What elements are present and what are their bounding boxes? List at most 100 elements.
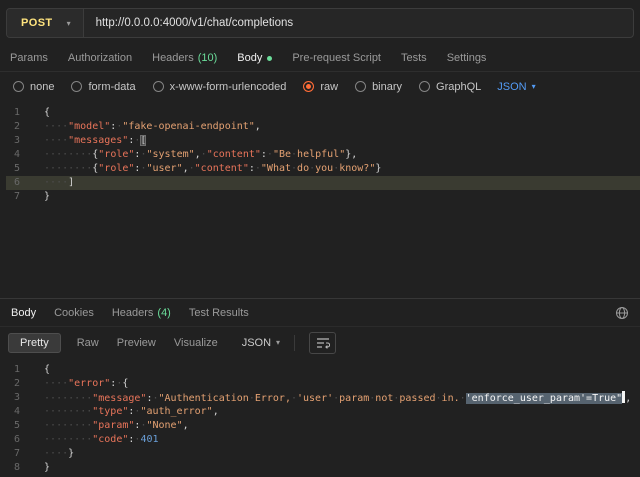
method-label: POST [21, 17, 53, 29]
tab-label: Body [11, 307, 36, 319]
method-dropdown[interactable]: POST ▾ [7, 9, 83, 37]
request-body-editor[interactable]: 1{2····"model":·"fake-openai-endpoint",3… [0, 101, 640, 298]
code-line-8[interactable]: 8} [6, 461, 640, 475]
body-language-label: JSON [497, 81, 526, 93]
code-line-3[interactable]: 3 ····"messages":·[ [6, 134, 640, 148]
response-tab-headers[interactable]: Headers(4) [112, 307, 171, 319]
response-body-editor[interactable]: 1{2 ····"error":·{ 3 ········"message":·"Au… [0, 358, 640, 477]
view-tab-preview[interactable]: Preview [115, 334, 158, 352]
code-line-1[interactable]: 1{ [6, 363, 640, 377]
chevron-down-icon: ▾ [67, 19, 71, 28]
code-line-2[interactable]: 2····"model":·"fake-openai-endpoint", [6, 120, 640, 134]
code-text: } [44, 461, 50, 475]
radio-icon [303, 81, 314, 92]
response-tab-test-results[interactable]: Test Results [189, 307, 249, 319]
code-line-4[interactable]: 4········"type":·"auth_error", [6, 405, 640, 419]
code-text: ····"model":·"fake-openai-endpoint", [44, 120, 261, 134]
radio-label: x-www-form-urlencoded [170, 81, 287, 93]
body-type-radio-group: none form-data x-www-form-urlencoded raw bin… [13, 81, 481, 93]
postman-window: POST ▾ http://0.0.0.0:4000/v1/chat/compl… [0, 0, 640, 477]
code-text: ····} [44, 447, 74, 461]
code-line-2[interactable]: 2 ····"error":·{ [6, 377, 640, 391]
wrap-lines-button[interactable] [309, 332, 336, 354]
response-section: Body Cookies Headers(4) Test Results Pretty… [0, 298, 640, 477]
response-language-label: JSON [242, 337, 271, 349]
tab-count-badge: (10) [198, 52, 218, 64]
request-tab-tests[interactable]: Tests [401, 52, 427, 64]
tab-label: Test Results [189, 307, 249, 319]
request-tab-params[interactable]: Params [10, 52, 48, 64]
radio-icon [419, 81, 430, 92]
body-type-row: none form-data x-www-form-urlencoded raw bin… [0, 72, 640, 101]
tab-label: Params [10, 52, 48, 64]
radio-icon [355, 81, 366, 92]
body-type-none[interactable]: none [13, 81, 54, 93]
radio-icon [71, 81, 82, 92]
line-number: 3 [6, 391, 20, 405]
tab-label: Cookies [54, 307, 94, 319]
body-language-dropdown[interactable]: JSON ▾ [497, 81, 535, 93]
code-text: } [44, 190, 50, 204]
response-language-dropdown[interactable]: JSON ▾ [242, 337, 280, 349]
code-line-3[interactable]: 3 ········"message":·"Authentication·Erro… [6, 391, 640, 405]
view-tab-pretty[interactable]: Pretty [8, 333, 61, 353]
response-view-tabs: Pretty Raw Preview Visualize [8, 333, 220, 353]
code-line-7[interactable]: 7} [6, 190, 640, 204]
code-text: ········{"role":·"user",·"content":·"Wha… [44, 162, 381, 176]
request-tab-body[interactable]: Body [237, 52, 272, 64]
code-text: ········{"role":·"system",·"content":·"B… [44, 148, 357, 162]
line-number: 4 [6, 148, 20, 162]
view-tab-raw[interactable]: Raw [75, 334, 101, 352]
line-number: 6 [6, 176, 20, 190]
body-type-raw[interactable]: raw [303, 81, 338, 93]
tab-label: Tests [401, 52, 427, 64]
code-line-5[interactable]: 5········"param":·"None", [6, 419, 640, 433]
body-type-binary[interactable]: binary [355, 81, 402, 93]
code-line-5[interactable]: 5 ········{"role":·"user",·"content":·"Wh… [6, 162, 640, 176]
request-tab-headers[interactable]: Headers (10) [152, 52, 217, 64]
tab-label: Body [237, 52, 262, 64]
request-tab-settings[interactable]: Settings [447, 52, 487, 64]
code-text: ····] [44, 176, 74, 190]
code-line-1[interactable]: 1{ [6, 106, 640, 120]
body-type-form-data[interactable]: form-data [71, 81, 135, 93]
code-text: ····"error":·{ [44, 377, 128, 391]
response-tab-cookies[interactable]: Cookies [54, 307, 94, 319]
code-text: ········"type":·"auth_error", [44, 405, 219, 419]
body-type-graphql[interactable]: GraphQL [419, 81, 481, 93]
tab-label: Headers [152, 52, 194, 64]
tab-label: Settings [447, 52, 487, 64]
radio-label: GraphQL [436, 81, 481, 93]
response-view-bar: Pretty Raw Preview Visualize JSON ▾ [0, 327, 640, 358]
tab-label: Authorization [68, 52, 132, 64]
network-globe-icon[interactable] [615, 306, 629, 320]
request-tab-pre-request-script[interactable]: Pre-request Script [292, 52, 381, 64]
wrap-lines-icon [316, 337, 330, 349]
radio-icon [153, 81, 164, 92]
code-text: ····"messages":·[ [44, 134, 146, 148]
tab-count-badge: (4) [157, 307, 170, 319]
chevron-down-icon: ▾ [276, 338, 280, 347]
request-bar: POST ▾ http://0.0.0.0:4000/v1/chat/compl… [0, 0, 640, 45]
view-tab-visualize[interactable]: Visualize [172, 334, 220, 352]
response-tab-body[interactable]: Body [11, 307, 36, 319]
code-line-7[interactable]: 7····} [6, 447, 640, 461]
divider [294, 335, 295, 351]
line-number: 3 [6, 134, 20, 148]
line-number: 5 [6, 419, 20, 433]
code-line-6[interactable]: 6 ····] [6, 176, 640, 190]
line-number: 5 [6, 162, 20, 176]
code-text: ········"code":·401 [44, 433, 159, 447]
chevron-down-icon: ▾ [532, 82, 536, 91]
url-builder: POST ▾ http://0.0.0.0:4000/v1/chat/compl… [6, 8, 634, 38]
code-text: ········"message":·"Authentication·Error… [44, 391, 631, 405]
line-number: 2 [6, 377, 20, 391]
code-line-4[interactable]: 4 ········{"role":·"system",·"content":·"… [6, 148, 640, 162]
body-type-x-www-form-urlencoded[interactable]: x-www-form-urlencoded [153, 81, 287, 93]
code-line-6[interactable]: 6 ········"code":·401 [6, 433, 640, 447]
code-text: { [44, 363, 50, 377]
request-tab-authorization[interactable]: Authorization [68, 52, 132, 64]
line-number: 6 [6, 433, 20, 447]
url-input[interactable]: http://0.0.0.0:4000/v1/chat/completions [84, 9, 306, 37]
request-tabs: Params Authorization Headers (10) Body Pre-re… [0, 45, 640, 72]
